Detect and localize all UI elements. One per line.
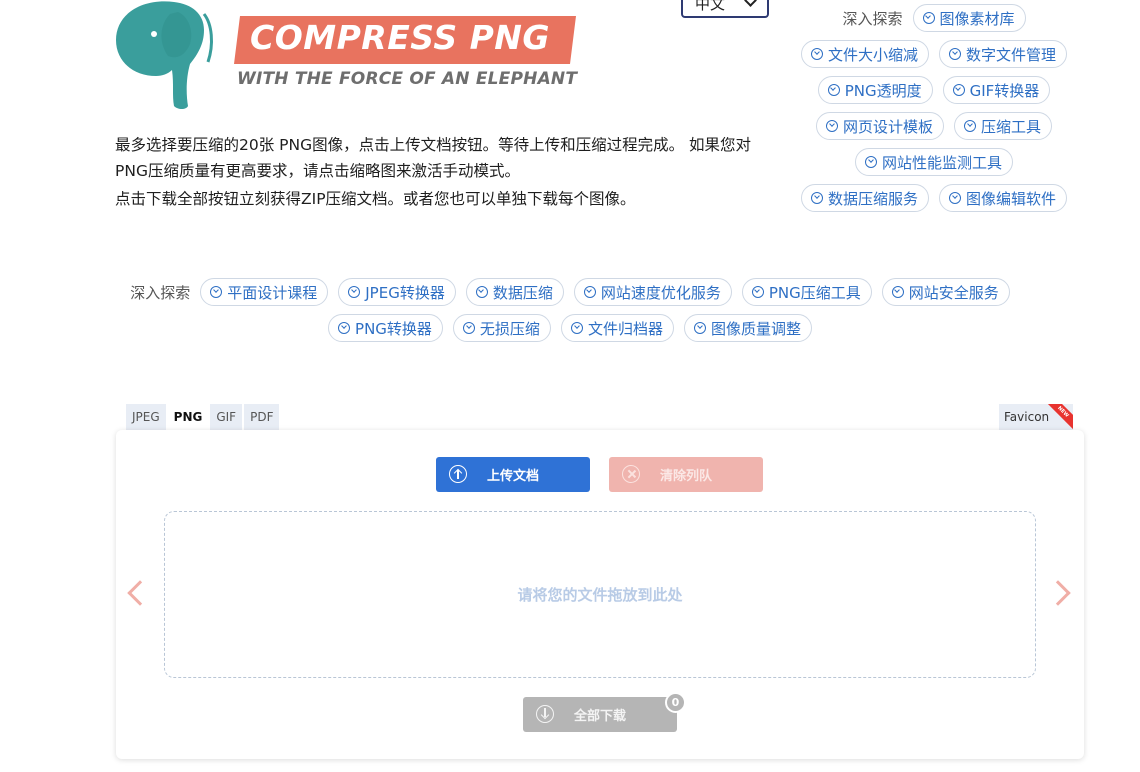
side-link-data-compression-service[interactable]: 数据压缩服务 xyxy=(800,184,929,212)
logo-title: COMPRESS PNG xyxy=(250,18,550,57)
elephant-logo-icon xyxy=(116,1,213,110)
language-select[interactable]: 中文 xyxy=(681,0,769,18)
side-link-site-monitoring[interactable]: 网站性能监测工具 xyxy=(854,148,1013,176)
mid-link-png-compression-tool[interactable]: PNG压缩工具 xyxy=(741,278,872,306)
drop-zone[interactable]: 请将您的文件拖放到此处 xyxy=(164,511,1036,678)
side-link-png-transparency[interactable]: PNG透明度 xyxy=(817,76,933,104)
tab-png[interactable]: PNG xyxy=(167,404,209,430)
tab-pdf[interactable]: PDF xyxy=(244,404,280,430)
side-explore-row-3: PNG透明度 GIF转换器 xyxy=(784,76,1084,104)
clear-queue-button[interactable]: 清除列队 xyxy=(609,457,763,492)
side-explore-row-4: 网页设计模板 压缩工具 xyxy=(784,112,1084,140)
tab-jpeg[interactable]: JPEG xyxy=(126,404,166,430)
side-link-image-editor[interactable]: 图像编辑软件 xyxy=(939,184,1068,212)
download-icon xyxy=(536,705,554,723)
mid-link-speed-optimization[interactable]: 网站速度优化服务 xyxy=(573,278,732,306)
mid-link-graphic-design-course[interactable]: 平面设计课程 xyxy=(200,278,329,306)
circle-arrow-icon xyxy=(462,322,475,334)
intro-paragraph-1: 最多选择要压缩的20张 PNG图像，点击上传文档按钮。等待上传和压缩过程完成。 … xyxy=(115,136,752,180)
mid-link-image-quality[interactable]: 图像质量调整 xyxy=(683,314,812,342)
circle-arrow-icon xyxy=(810,48,823,60)
intro-text: 最多选择要压缩的20张 PNG图像，点击上传文档按钮。等待上传和压缩过程完成。 … xyxy=(115,132,775,212)
circle-arrow-icon xyxy=(949,48,961,60)
circle-arrow-icon xyxy=(891,286,904,298)
side-explore-label: 深入探索 xyxy=(842,9,903,28)
circle-arrow-icon xyxy=(210,286,223,298)
queue-count-badge: 0 xyxy=(665,692,686,713)
circle-arrow-icon xyxy=(952,84,965,96)
upload-label: 上传文档 xyxy=(486,469,539,484)
circle-arrow-icon xyxy=(693,322,706,334)
mid-link-jpeg-converter[interactable]: JPEG转换器 xyxy=(338,278,456,306)
mid-link-site-security[interactable]: 网站安全服务 xyxy=(881,278,1010,306)
circle-arrow-icon xyxy=(827,84,840,96)
circle-arrow-icon xyxy=(964,120,976,132)
side-explore-row-5: 网站性能监测工具 xyxy=(784,148,1084,176)
prev-arrow[interactable] xyxy=(124,577,153,611)
mid-link-png-converter[interactable]: PNG转换器 xyxy=(328,314,443,342)
format-tabs: JPEG PNG GIF PDF xyxy=(126,404,280,430)
upload-icon xyxy=(449,465,467,483)
circle-arrow-icon xyxy=(810,192,823,204)
circle-arrow-icon xyxy=(475,286,488,298)
chevron-left-icon xyxy=(127,580,153,606)
mid-explore-row-1: 深入探索 平面设计课程 JPEG转换器 数据压缩 网站速度优化服务 PNG压缩工… xyxy=(0,278,1140,306)
circle-arrow-icon xyxy=(864,156,877,168)
close-circle-icon xyxy=(622,465,640,483)
chevron-down-icon xyxy=(744,0,757,7)
mid-explore-row-2: PNG转换器 无损压缩 文件归档器 图像质量调整 xyxy=(0,314,1140,342)
clear-queue-label: 清除列队 xyxy=(659,469,712,484)
circle-arrow-icon xyxy=(570,322,583,334)
download-all-label: 全部下载 xyxy=(573,709,626,724)
side-link-digital-file-management[interactable]: 数字文件管理 xyxy=(939,40,1068,68)
language-selected: 中文 xyxy=(695,0,726,13)
side-link-gif-converter[interactable]: GIF转换器 xyxy=(942,76,1051,104)
circle-arrow-icon xyxy=(825,120,838,132)
circle-arrow-icon xyxy=(949,192,961,204)
side-explore-row-1: 深入探索 图像素材库 xyxy=(784,4,1084,32)
side-link-web-templates[interactable]: 网页设计模板 xyxy=(815,112,944,140)
circle-arrow-icon xyxy=(751,286,764,298)
intro-paragraph-2: 点击下载全部按钮立刻获得ZIP压缩文档。或者您也可以单独下载每个图像。 xyxy=(115,190,636,208)
circle-arrow-icon xyxy=(583,286,596,298)
upload-button[interactable]: 上传文档 xyxy=(436,457,590,492)
tab-favicon-label: Favicon xyxy=(1004,410,1050,424)
side-link-image-library[interactable]: 图像素材库 xyxy=(912,4,1026,32)
tab-gif[interactable]: GIF xyxy=(210,404,243,430)
next-arrow[interactable] xyxy=(1045,577,1074,611)
mid-link-lossless-compression[interactable]: 无损压缩 xyxy=(452,314,551,342)
drop-zone-hint: 请将您的文件拖放到此处 xyxy=(517,586,683,604)
compress-panel: 上传文档 清除列队 请将您的文件拖放到此处 全部下载 0 xyxy=(116,430,1084,759)
side-explore-row-6: 数据压缩服务 图像编辑软件 xyxy=(784,184,1084,212)
side-link-compression-tools[interactable]: 压缩工具 xyxy=(954,112,1053,140)
circle-arrow-icon xyxy=(338,322,351,334)
tab-favicon[interactable]: Favicon NEW xyxy=(999,404,1073,430)
logo-tagline: WITH THE FORCE OF AN ELEPHANT xyxy=(237,69,578,89)
chevron-right-icon xyxy=(1045,580,1071,606)
side-link-file-size-reduction[interactable]: 文件大小缩减 xyxy=(800,40,929,68)
side-explore-row-2: 文件大小缩减 数字文件管理 xyxy=(784,40,1084,68)
download-all-button[interactable]: 全部下载 xyxy=(523,697,677,732)
mid-link-data-compression[interactable]: 数据压缩 xyxy=(465,278,564,306)
mid-link-file-archiver[interactable]: 文件归档器 xyxy=(560,314,674,342)
circle-arrow-icon xyxy=(348,286,361,298)
circle-arrow-icon xyxy=(922,12,935,24)
mid-explore-label: 深入探索 xyxy=(130,283,191,302)
